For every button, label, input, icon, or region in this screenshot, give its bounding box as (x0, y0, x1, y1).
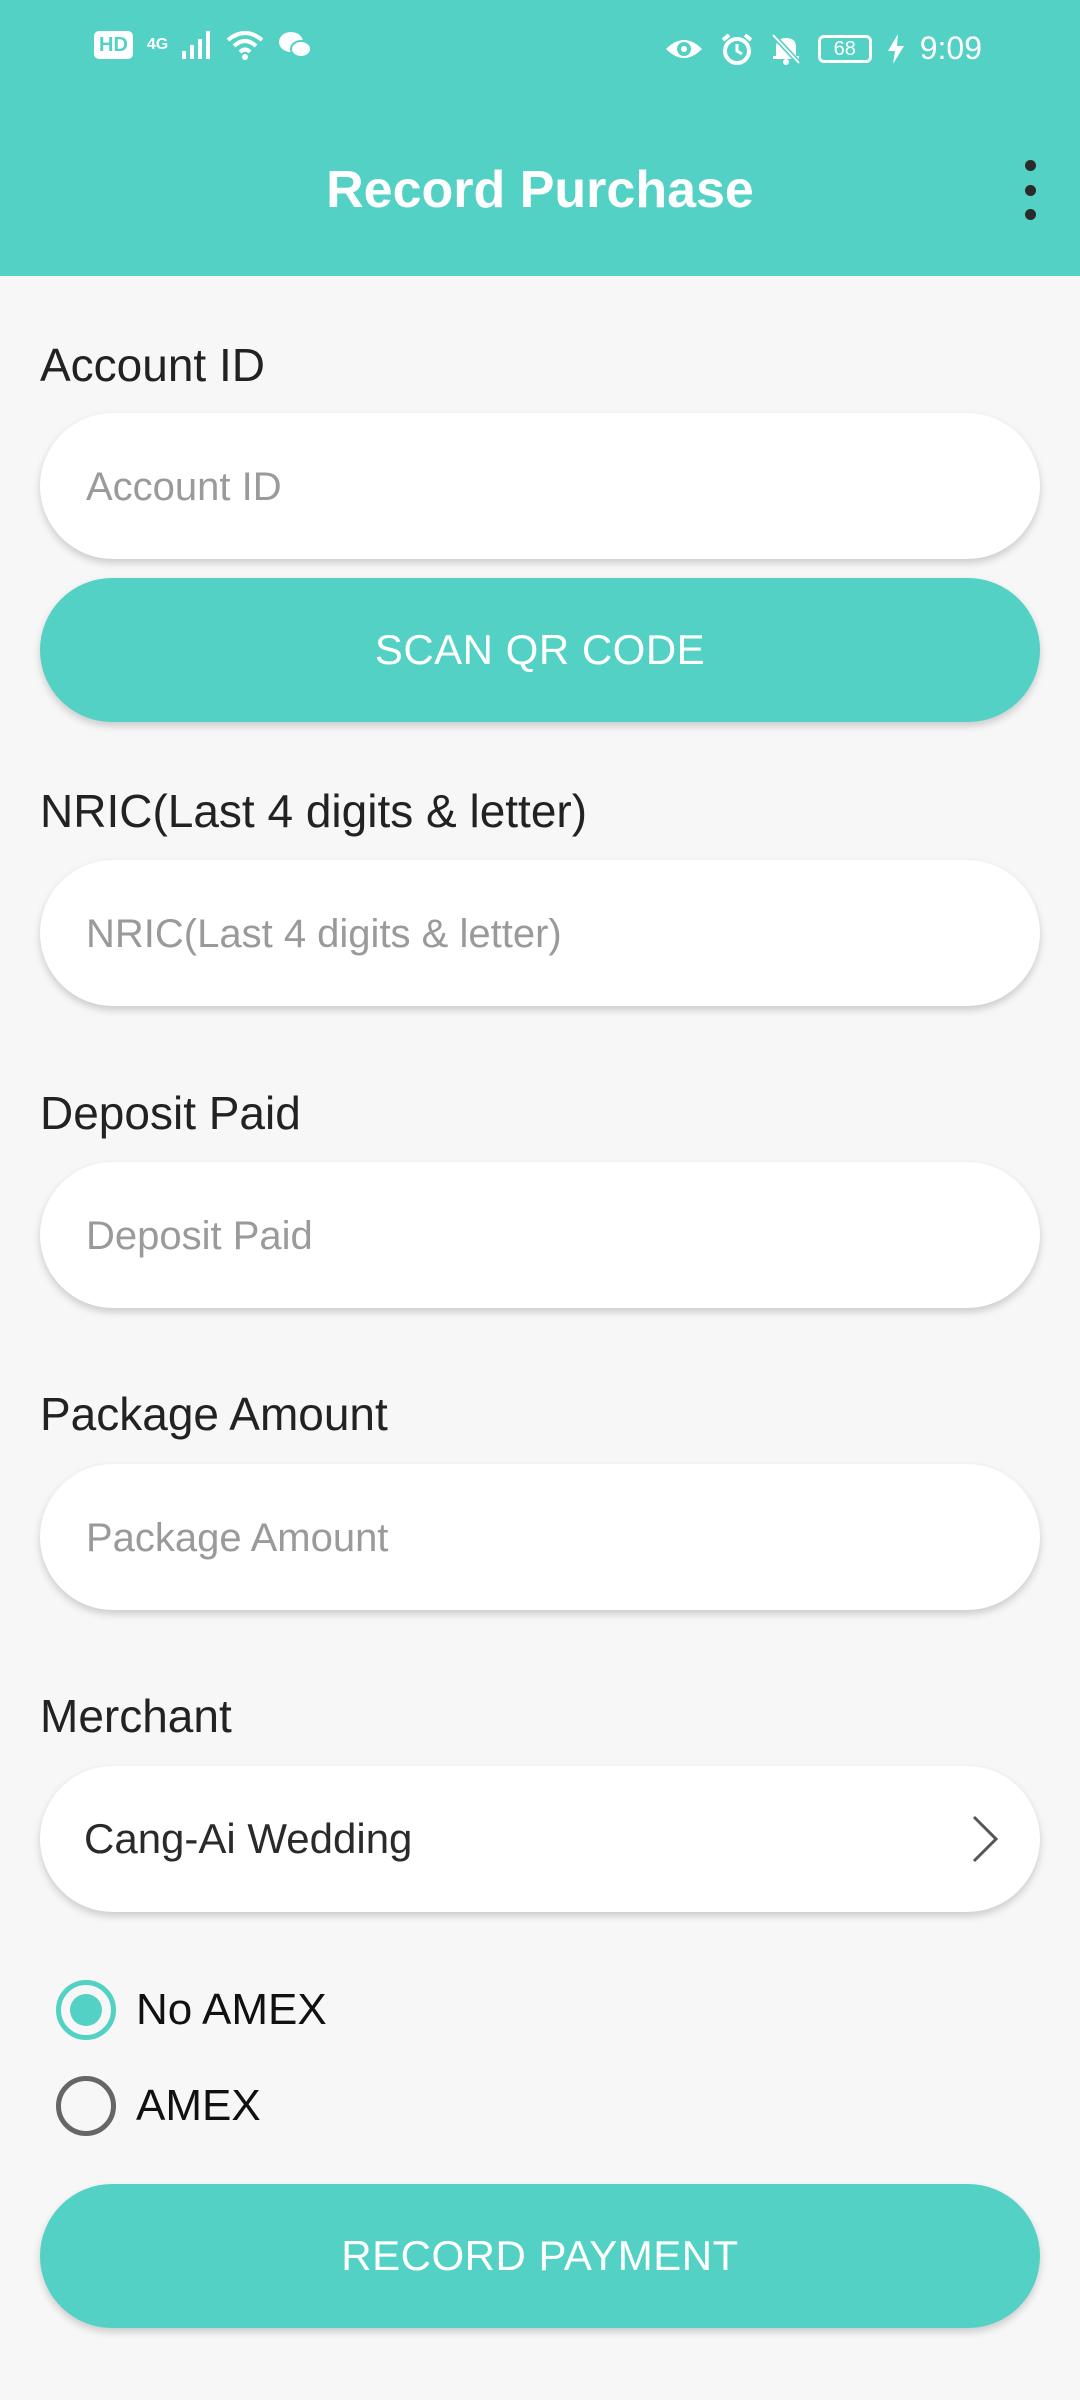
alarm-icon (721, 32, 752, 65)
nric-input[interactable] (84, 860, 968, 1008)
wifi-icon (226, 31, 264, 60)
app-bar: HD 4G 68 9:09 Record Purchase (0, 0, 1080, 276)
page-title: Record Purchase (326, 161, 754, 219)
nric-label: NRIC(Last 4 digits & letter) (40, 785, 588, 837)
clock: 9:09 (919, 30, 982, 66)
deposit-input[interactable] (84, 1162, 968, 1310)
more-vert-icon[interactable] (1010, 160, 1050, 220)
merchant-selector[interactable]: Cang-Ai Wedding (40, 1766, 1040, 1912)
radio-label-no-amex: No AMEX (136, 1985, 327, 2034)
radio-amex[interactable]: AMEX (56, 2076, 261, 2136)
charging-icon (887, 33, 904, 64)
radio-button-checked[interactable] (56, 1980, 116, 2040)
status-bar: HD 4G 68 9:09 (0, 0, 1080, 110)
package-amount-field-container (40, 1464, 1040, 1612)
radio-no-amex[interactable]: No AMEX (56, 1980, 327, 2040)
deposit-label: Deposit Paid (40, 1087, 301, 1139)
merchant-label: Merchant (40, 1690, 232, 1742)
status-right: 68 9:09 (664, 30, 982, 67)
signal-icon (182, 31, 211, 59)
account-id-field-container (40, 413, 1040, 561)
network-type: 4G (146, 36, 169, 53)
wechat-icon (279, 32, 313, 58)
hd-badge: HD (94, 31, 133, 59)
nric-field-container (40, 860, 1040, 1008)
package-amount-label: Package Amount (40, 1388, 388, 1440)
account-id-label: Account ID (40, 339, 265, 391)
battery-indicator: 68 (817, 34, 872, 63)
deposit-field-container (40, 1162, 1040, 1310)
status-left: HD 4G (94, 30, 313, 60)
scan-qr-button[interactable]: SCAN QR CODE (40, 578, 1040, 722)
eye-icon (665, 39, 702, 58)
package-amount-input[interactable] (84, 1464, 968, 1612)
merchant-value: Cang-Ai Wedding (84, 1815, 413, 1862)
account-id-input[interactable] (84, 413, 968, 561)
radio-label-amex: AMEX (136, 2081, 261, 2130)
radio-button-unchecked[interactable] (56, 2076, 116, 2136)
record-payment-button[interactable]: RECORD PAYMENT (40, 2184, 1040, 2328)
chevron-right-icon (972, 1815, 999, 1863)
mute-icon (770, 32, 801, 65)
